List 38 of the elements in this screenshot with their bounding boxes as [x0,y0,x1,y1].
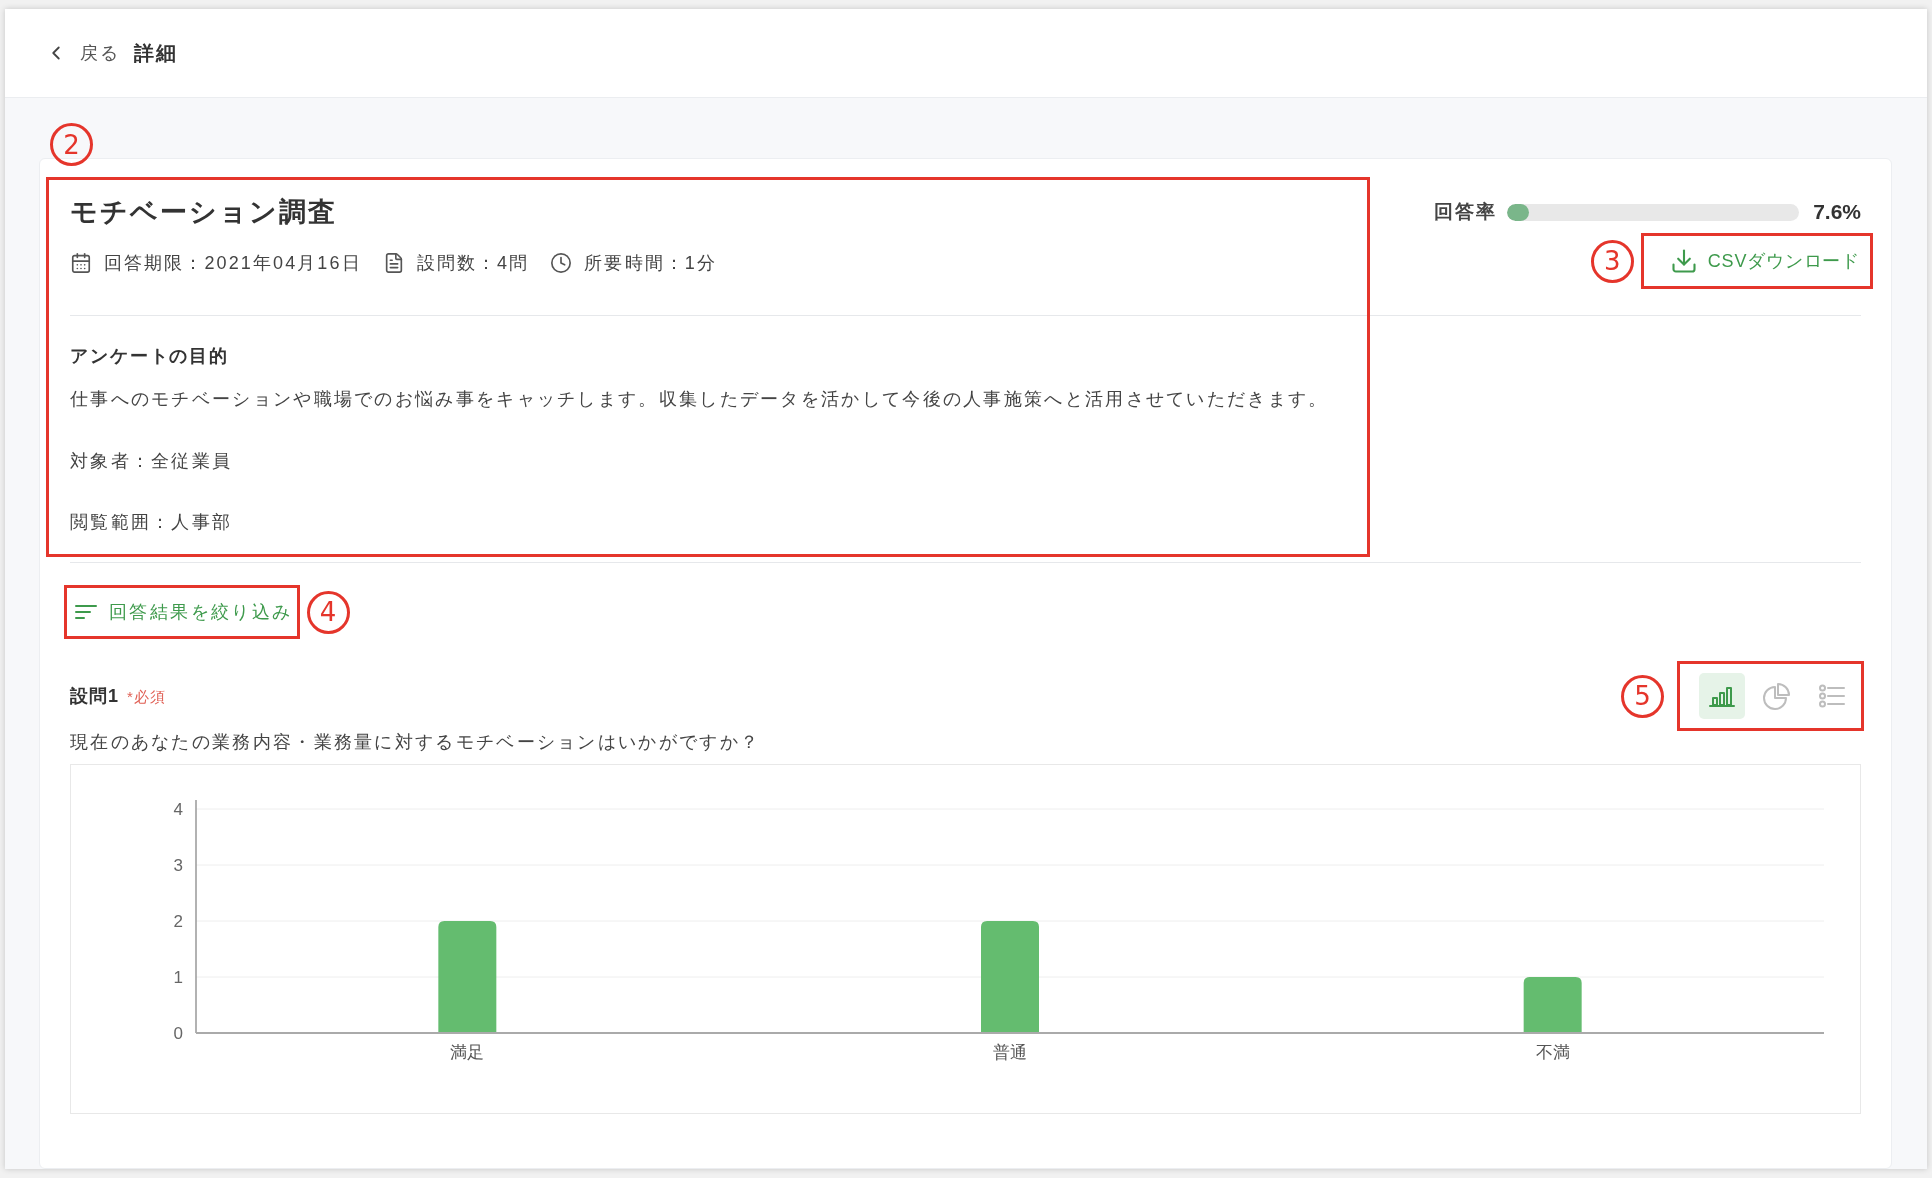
response-rate-label: 回答率 [1434,200,1498,224]
clock-icon [550,252,573,274]
filter-button[interactable]: 回答結果を絞り込み [75,600,293,624]
back-button[interactable]: 戻る [45,41,119,65]
question-label: 設問1 [70,685,119,708]
category-label: 普通 [993,1043,1027,1062]
meta-text: 設問数：4問 [416,252,530,275]
csv-download-button[interactable]: CSVダウンロード [1669,247,1860,275]
filter-icon [75,604,97,620]
calendar-icon [70,252,92,274]
view-toggle-button[interactable] [1699,673,1745,719]
category-label: 満足 [450,1043,485,1062]
response-rate-reading: 7.6% [1813,200,1861,224]
detail-text: 閲覧範囲：人事部 [70,511,233,534]
meta-text: 回答期限：2021年04月16日 [104,252,362,275]
axis-tick-label: 2 [173,912,183,931]
axis-tick-label: 0 [173,1024,183,1043]
survey-title: モチベーション調査 [70,196,337,229]
download-icon [1669,247,1698,275]
detail-text: 対象者：全従業員 [70,450,233,473]
axis-tick-label: 1 [173,968,183,987]
axis-tick-label: 3 [173,856,183,875]
bar [1523,977,1582,1033]
annotation-number: 4 [306,590,350,634]
axis-tick-label: 4 [173,800,183,819]
required-mark: *必須 [127,688,166,707]
pie-chart-icon [1763,682,1791,710]
meta-text: 所要時間：1分 [584,252,718,275]
purpose-heading: アンケートの目的 [70,345,230,368]
annotation-number: 5 [1621,674,1664,718]
purpose-text: 仕事へのモチベーションや職場でのお悩み事をキャッチします。収集したデータを活かして今後の人事施策へと活用させていただきます。 [70,388,1329,411]
category-label: 不満 [1535,1043,1570,1062]
annotation-number: 3 [1590,239,1634,283]
annotation-number: 2 [50,123,93,166]
page-title: 詳細 [134,40,178,66]
bar-chart-icon [1709,684,1735,708]
question-text: 現在のあなたの業務内容・業務量に対するモチベーションはいかがですか？ [70,731,761,754]
list-icon [1819,684,1845,708]
